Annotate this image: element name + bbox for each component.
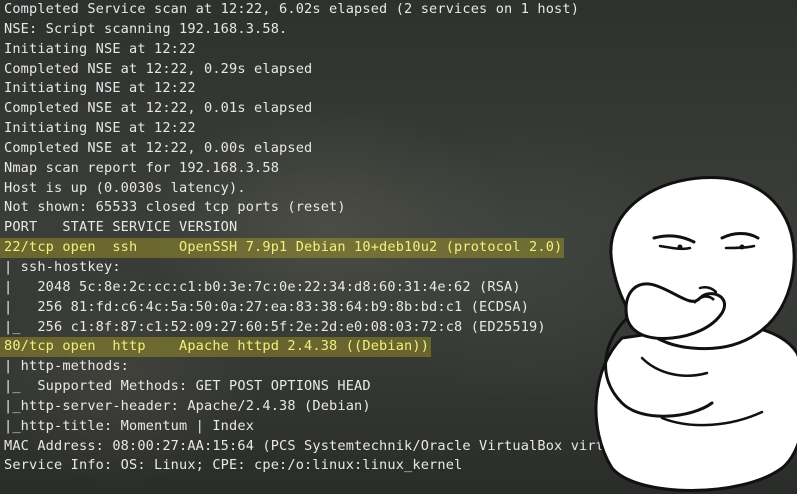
terminal-line: Initiating NSE at 12:22	[0, 79, 797, 99]
thinking-meme-character-icon	[594, 176, 797, 492]
terminal-line-text: Initiating NSE at 12:22	[4, 80, 196, 97]
terminal-line: Completed NSE at 12:22, 0.29s elapsed	[0, 60, 797, 80]
terminal-line-text: 80/tcp open http Apache httpd 2.4.38 ((D…	[0, 337, 432, 358]
terminal-line-text: Completed NSE at 12:22, 0.29s elapsed	[4, 60, 313, 77]
terminal-line-text: Initiating NSE at 12:22	[4, 40, 196, 57]
terminal-line-text: Initiating NSE at 12:22	[4, 120, 196, 137]
terminal-line: Initiating NSE at 12:22	[0, 40, 797, 60]
terminal-line-text: Completed NSE at 12:22, 0.01s elapsed	[4, 100, 313, 117]
terminal-line: NSE: Script scanning 192.168.3.58.	[0, 20, 797, 40]
terminal-line-text: NSE: Script scanning 192.168.3.58.	[4, 20, 288, 37]
terminal-line: Completed Service scan at 12:22, 6.02s e…	[0, 0, 797, 20]
terminal-window[interactable]: Completed Service scan at 12:22, 6.02s e…	[0, 0, 797, 494]
terminal-line: Initiating NSE at 12:22	[0, 119, 797, 139]
terminal-line: Completed NSE at 12:22, 0.01s elapsed	[0, 99, 797, 119]
terminal-line: Completed NSE at 12:22, 0.00s elapsed	[0, 139, 797, 159]
terminal-line-text: Completed Service scan at 12:22, 6.02s e…	[4, 1, 580, 17]
terminal-line-text: 22/tcp open ssh OpenSSH 7.9p1 Debian 10+…	[0, 238, 565, 258]
terminal-line-text: Completed NSE at 12:22, 0.00s elapsed	[4, 139, 313, 156]
